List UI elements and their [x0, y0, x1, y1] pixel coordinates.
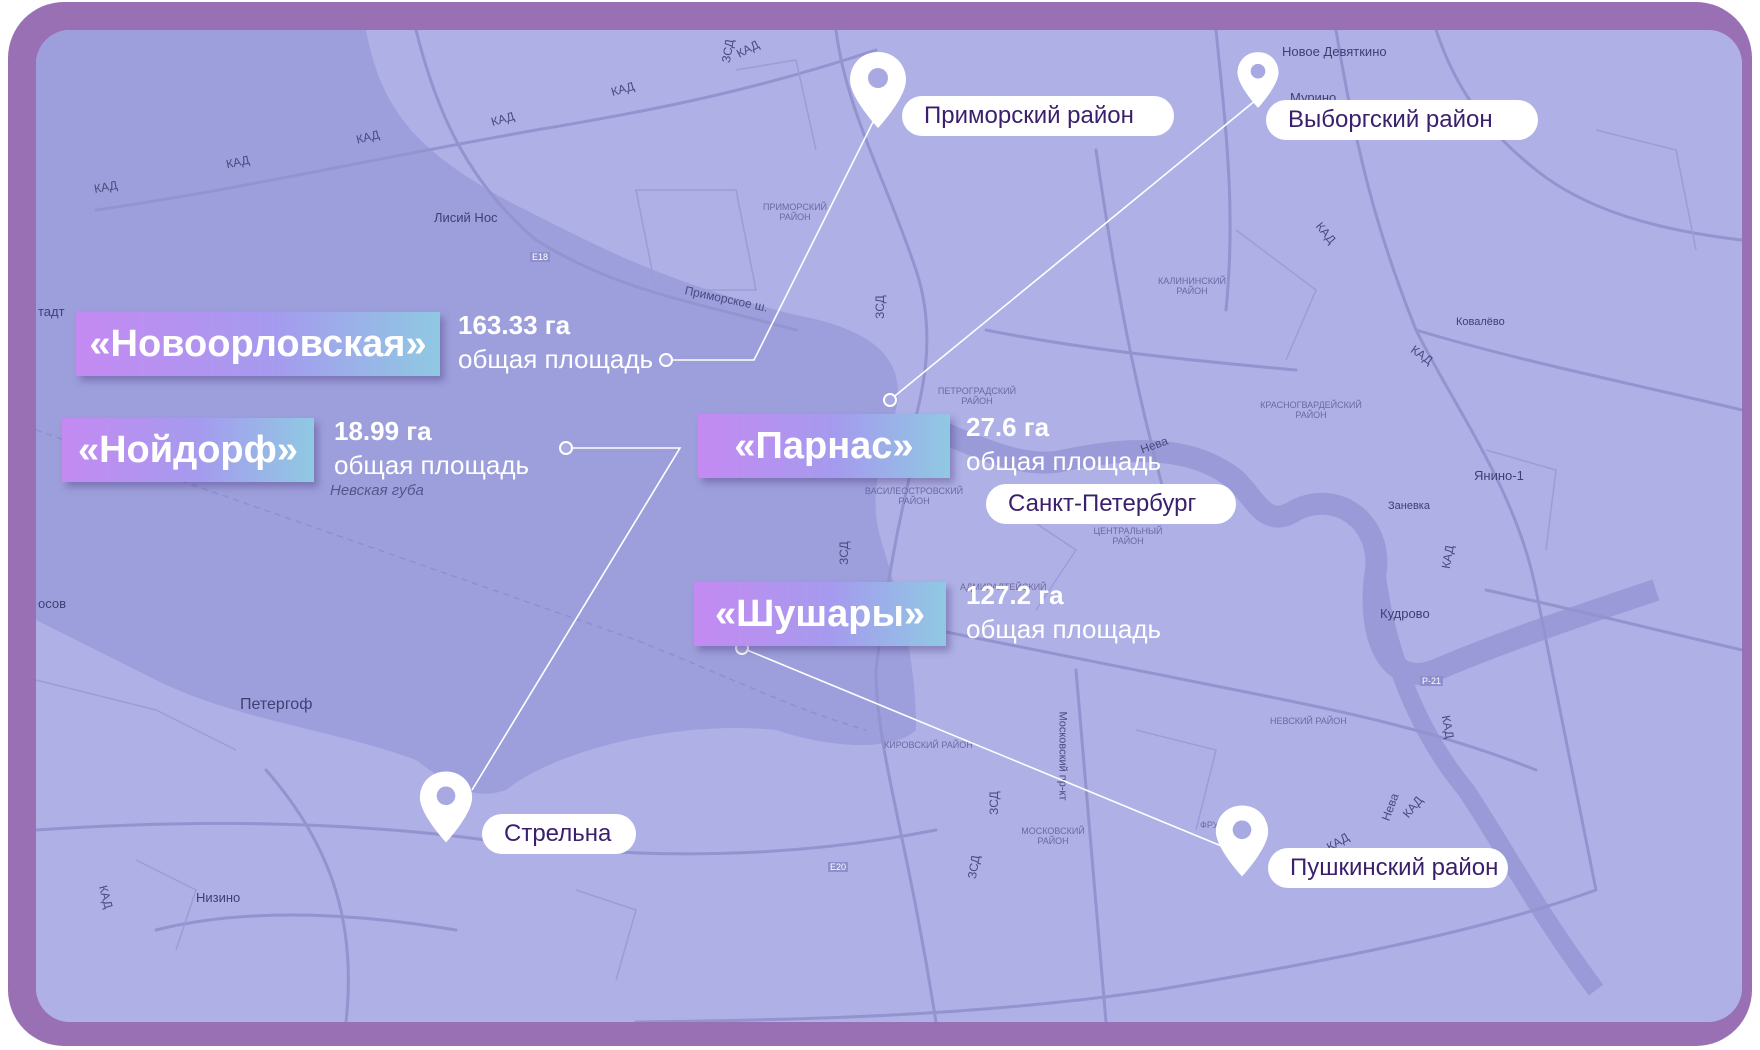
project-stat-novoorlovskaya: 163.33 га общая площадь	[458, 308, 653, 376]
location-pin-icon[interactable]	[1236, 50, 1280, 110]
district-pill-vyborgsky[interactable]: Выборгский район	[1266, 100, 1538, 140]
location-pin-icon[interactable]	[1214, 802, 1270, 880]
project-stat-parnas: 27.6 га общая площадь	[966, 410, 1161, 478]
project-area: 18.99 га	[334, 416, 432, 446]
project-area-caption: общая площадь	[334, 450, 530, 480]
project-area: 27.6 га	[966, 412, 1050, 442]
location-pin-icon[interactable]	[848, 50, 908, 130]
project-tag-shushary[interactable]: «Шушары»	[694, 582, 946, 646]
project-area: 163.33 га	[458, 310, 571, 340]
map-area[interactable]: КАД КАД КАД КАД КАД КАД КАД КАД КАД КАД …	[36, 30, 1742, 1022]
connector-line-shushary	[741, 647, 1237, 853]
project-area-caption: общая площадь	[458, 344, 654, 374]
district-pill-spb[interactable]: Санкт-Петербург	[986, 484, 1236, 524]
connector-dot	[883, 393, 897, 407]
connector-line-novoorlovskaya	[672, 119, 875, 361]
district-pill-pushkinsky[interactable]: Пушкинский район	[1268, 848, 1508, 888]
connector-line-parnas	[889, 99, 1257, 401]
project-tag-parnas[interactable]: «Парнас»	[698, 414, 950, 478]
connector-line-noydorf	[471, 447, 682, 791]
project-stat-noydorf: 18.99 га общая площадь	[334, 414, 529, 482]
project-area-caption: общая площадь	[966, 446, 1162, 476]
connector-dot	[559, 441, 573, 455]
district-pill-primorsky[interactable]: Приморский район	[902, 96, 1174, 136]
district-pill-strelna[interactable]: Стрельна	[482, 814, 636, 854]
project-tag-noydorf[interactable]: «Нойдорф»	[62, 418, 314, 482]
location-pin-icon[interactable]	[418, 768, 474, 846]
connector-dot	[659, 353, 673, 367]
project-stat-shushary: 127.2 га общая площадь	[966, 578, 1161, 646]
project-area: 127.2 га	[966, 580, 1064, 610]
project-area-caption: общая площадь	[966, 614, 1162, 644]
project-tag-novoorlovskaya[interactable]: «Новоорловская»	[76, 312, 440, 376]
